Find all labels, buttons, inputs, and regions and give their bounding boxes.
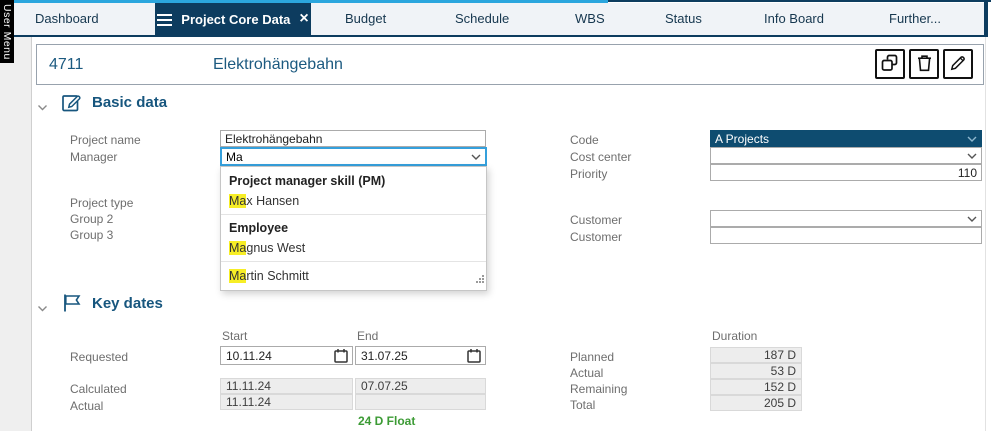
app-window: Dashboard Project Core Data × Budget Sch…	[0, 0, 991, 431]
priority-input[interactable]	[710, 164, 982, 181]
flag-icon	[61, 292, 83, 314]
autocomplete-item-magnus-west[interactable]: Magnus West	[229, 241, 305, 255]
requested-start-date-input[interactable]: 10.11.24	[220, 346, 353, 365]
tab-budget[interactable]: Budget	[345, 3, 386, 35]
customer-select[interactable]	[710, 210, 982, 227]
cost-center-label: Cost center	[570, 150, 632, 164]
remaining-duration-label: Remaining	[570, 382, 628, 396]
code-label: Code	[570, 133, 599, 147]
start-column-header: Start	[222, 329, 248, 343]
user-menu-toggle[interactable]: User Menu	[0, 0, 14, 63]
group3-label: Group 3	[70, 228, 114, 242]
top-border-line	[608, 0, 991, 2]
basic-data-section-title: Basic data	[92, 94, 168, 111]
header-actions	[875, 49, 973, 79]
copy-button[interactable]	[875, 49, 905, 79]
autocomplete-item-max-hansen[interactable]: Max Hansen	[229, 194, 299, 208]
project-title: Elektrohängebahn	[213, 56, 343, 73]
content-right-border	[985, 37, 986, 431]
manager-label: Manager	[70, 150, 118, 164]
tab-bar-right-border	[984, 0, 988, 37]
requested-end-date-input[interactable]: 31.07.25	[355, 346, 486, 365]
project-type-label: Project type	[70, 196, 134, 210]
dropdown-separator	[221, 214, 486, 215]
tab-label: Project Core Data	[181, 11, 291, 27]
trash-icon	[916, 54, 933, 75]
total-duration-field: 205 D	[710, 395, 802, 411]
duration-column-header: Duration	[712, 329, 758, 343]
tab-bar-bottom-border	[13, 35, 988, 37]
resize-grip-icon[interactable]	[475, 270, 484, 288]
autocomplete-group-header: Employee	[229, 221, 289, 235]
actual-label: Actual	[70, 399, 104, 413]
calculated-end-field: 07.07.25	[355, 378, 486, 394]
tab-menu-icon[interactable]	[157, 18, 173, 21]
end-column-header: End	[357, 329, 379, 343]
key-dates-section-title: Key dates	[92, 295, 163, 312]
calculated-label: Calculated	[70, 382, 127, 396]
requested-end-value: 31.07.25	[361, 348, 408, 363]
calculated-start-field: 11.11.24	[220, 378, 353, 394]
actual-start-field: 11.11.24	[220, 394, 353, 410]
customer-label-1: Customer	[570, 213, 623, 227]
project-header: 4711 Elektrohängebahn	[36, 44, 984, 85]
copy-icon	[881, 54, 899, 75]
chevron-down-icon[interactable]	[967, 153, 977, 159]
total-duration-label: Total	[570, 398, 596, 412]
requested-start-value: 10.11.24	[226, 348, 272, 363]
key-dates-collapse-chevron-icon[interactable]	[37, 300, 48, 312]
cost-center-select[interactable]	[710, 147, 982, 164]
planned-duration-field: 187 D	[710, 347, 802, 363]
autocomplete-group-header: Project manager skill (PM)	[229, 174, 386, 188]
remaining-duration-field: 152 D	[710, 379, 802, 395]
manager-combobox[interactable]: Ma	[220, 147, 487, 166]
actual-end-field	[355, 394, 486, 410]
priority-label: Priority	[570, 167, 608, 181]
pencil-icon	[949, 54, 967, 75]
code-select[interactable]: A Projects	[710, 130, 982, 147]
project-id: 4711	[49, 56, 84, 73]
actual-duration-field: 53 D	[710, 363, 802, 379]
customer-label-2: Customer	[570, 230, 623, 244]
project-name-label: Project name	[70, 133, 141, 147]
calendar-icon[interactable]	[467, 348, 481, 363]
dropdown-separator	[221, 261, 486, 262]
tab-info-board[interactable]: Info Board	[764, 3, 824, 35]
group2-label: Group 2	[70, 212, 114, 226]
chevron-down-icon[interactable]	[967, 216, 977, 222]
manager-autocomplete-dropdown: Project manager skill (PM) Max Hansen Em…	[220, 166, 487, 291]
user-menu-label: User Menu	[1, 3, 13, 60]
delete-button[interactable]	[909, 49, 939, 79]
manager-value: Ma	[226, 149, 243, 164]
autocomplete-item-martin-schmitt[interactable]: Martin Schmitt	[229, 269, 309, 283]
left-rail	[0, 37, 32, 431]
actual-duration-label: Actual	[570, 366, 604, 380]
tab-status[interactable]: Status	[665, 3, 702, 35]
tab-project-core-data[interactable]: Project Core Data ×	[155, 3, 311, 35]
code-value: A Projects	[715, 131, 770, 146]
project-name-input[interactable]	[220, 130, 486, 147]
planned-duration-label: Planned	[570, 350, 615, 364]
chevron-down-icon[interactable]	[967, 136, 977, 142]
chevron-down-icon[interactable]	[471, 154, 481, 160]
edit-square-icon	[61, 91, 83, 113]
tab-close-icon[interactable]: ×	[299, 11, 308, 27]
calendar-icon[interactable]	[334, 348, 348, 363]
basic-data-collapse-chevron-icon[interactable]	[37, 99, 48, 111]
requested-label: Requested	[70, 350, 129, 364]
tab-wbs[interactable]: WBS	[575, 3, 605, 35]
tab-further[interactable]: Further...	[889, 3, 941, 35]
customer-input[interactable]	[710, 227, 982, 244]
float-note: 24 D Float	[358, 414, 416, 428]
tab-schedule[interactable]: Schedule	[455, 3, 509, 35]
edit-button[interactable]	[943, 49, 973, 79]
tab-dashboard[interactable]: Dashboard	[35, 3, 99, 35]
